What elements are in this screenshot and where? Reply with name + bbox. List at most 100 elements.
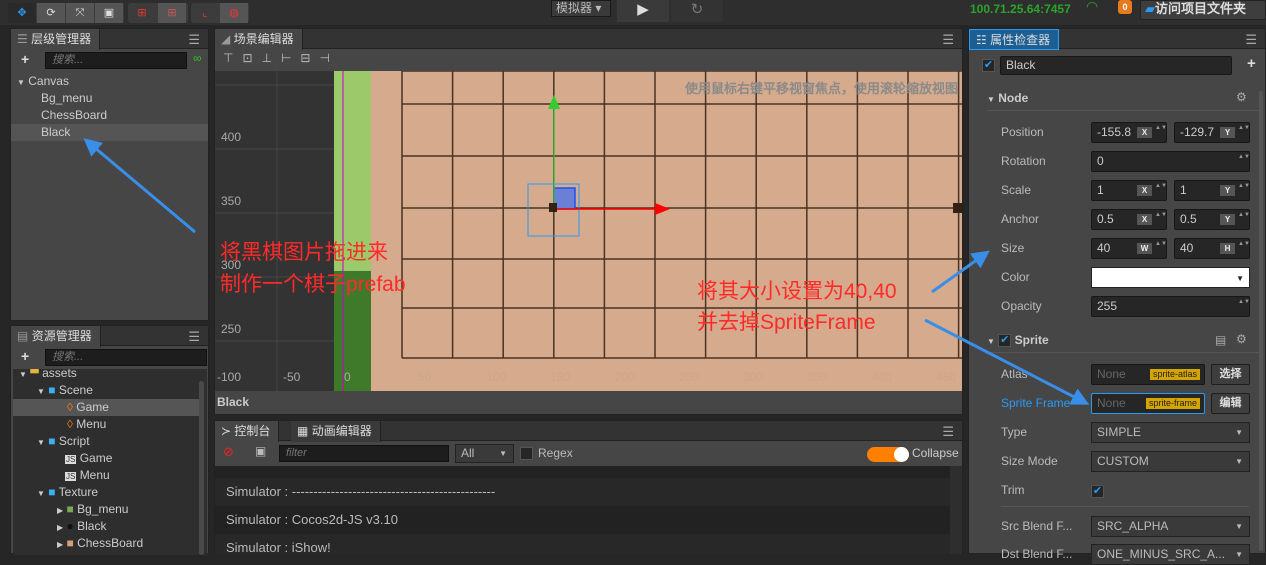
spinner-icon[interactable]: ▲▼ <box>1238 298 1250 315</box>
align-hcenter-icon[interactable]: ⊟ <box>300 51 319 65</box>
panel-menu-icon[interactable]: ☰ <box>942 32 954 48</box>
align-left-icon[interactable]: ⊢ <box>281 51 300 65</box>
align-right-icon[interactable]: ⊣ <box>319 51 338 65</box>
spinner-icon[interactable]: ▲▼ <box>1238 240 1250 257</box>
anchor-y-input[interactable]: 0.5 Y ▲▼ <box>1174 209 1250 230</box>
tree-item-game-scene[interactable]: ◊ Game <box>13 399 199 416</box>
open-project-folder-button[interactable]: ▰访问项目文件夹 <box>1140 0 1266 20</box>
local-pivot-button[interactable]: ⊞ <box>128 3 156 23</box>
hierarchy-search-input[interactable]: 搜索... <box>45 52 187 69</box>
sprite-settings-gear-icon[interactable]: ⚙ <box>1236 332 1247 346</box>
align-bottom-icon[interactable]: ⊥ <box>262 51 281 65</box>
log-level-select[interactable]: All <box>455 444 514 463</box>
inspector-scrollbar[interactable] <box>1259 91 1263 551</box>
tree-item-black-texture[interactable]: ▶ ● Black <box>13 518 207 535</box>
tree-item-script-folder[interactable]: ▼ ■ Script <box>13 433 207 450</box>
panel-menu-icon[interactable]: ☰ <box>1245 32 1257 48</box>
size-mode-select[interactable]: CUSTOM <box>1091 451 1250 472</box>
rotation-input[interactable]: 0 ▲▼ <box>1091 151 1250 172</box>
atlas-button[interactable]: 选择 <box>1211 364 1250 385</box>
move-tool-button[interactable]: ✥ <box>8 3 36 23</box>
field-value: 40 <box>1180 241 1194 255</box>
anchor-button[interactable]: ⌞ <box>191 3 219 23</box>
regex-checkbox[interactable] <box>520 447 533 460</box>
world-button[interactable]: ◍ <box>220 3 248 23</box>
tab-hierarchy[interactable]: ☰ 层级管理器 <box>11 29 101 50</box>
open-log-file-icon[interactable]: ▣ <box>255 444 266 458</box>
node-section-header[interactable]: ▼ Node <box>987 91 1028 105</box>
tab-console[interactable]: ≻ 控制台 <box>215 421 280 442</box>
size-w-input[interactable]: 40 W ▲▼ <box>1091 238 1167 259</box>
spinner-icon[interactable]: ▲▼ <box>1238 211 1250 228</box>
scale-tool-button[interactable]: ⤧ <box>66 3 94 23</box>
tree-item-menu-script[interactable]: JS Menu <box>13 467 207 484</box>
add-node-button[interactable]: + <box>21 51 29 67</box>
console-scrollbar[interactable] <box>950 466 962 554</box>
sprite-enabled-checkbox[interactable]: ✔ <box>998 334 1012 348</box>
tree-item-black[interactable]: Black <box>11 124 208 141</box>
notification-badge[interactable]: 0 <box>1118 0 1132 14</box>
assets-search-input[interactable]: 搜索... <box>45 349 207 366</box>
size-h-input[interactable]: 40 H ▲▼ <box>1174 238 1250 259</box>
tree-item-canvas[interactable]: ▼ Canvas <box>11 73 208 90</box>
panel-menu-icon[interactable]: ☰ <box>942 424 954 440</box>
tab-animation-editor[interactable]: ▦ 动画编辑器 <box>291 421 381 442</box>
tree-item-texture-folder[interactable]: ▼ ■ Texture <box>13 484 207 501</box>
tree-item-scene-folder[interactable]: ▼ ■ Scene <box>13 382 207 399</box>
sprite-frame-button[interactable]: 编辑 <box>1211 393 1250 414</box>
sprite-section-header[interactable]: ▼ ✔ Sprite <box>987 333 1049 348</box>
sprite-help-icon[interactable]: ▤ <box>1215 333 1226 347</box>
add-asset-button[interactable]: + <box>21 348 29 364</box>
spinner-icon[interactable]: ▲▼ <box>1155 182 1167 199</box>
spinner-icon[interactable]: ▲▼ <box>1155 240 1167 257</box>
sprite-frame-asset-field[interactable]: None sprite-frame <box>1091 393 1205 414</box>
atlas-asset-field[interactable]: None sprite-atlas <box>1091 364 1205 385</box>
src-blend-select[interactable]: SRC_ALPHA <box>1091 516 1250 537</box>
scale-y-input[interactable]: 1 Y ▲▼ <box>1174 180 1250 201</box>
color-picker[interactable]: ▼ <box>1091 267 1250 288</box>
add-component-button[interactable]: + <box>1247 55 1256 72</box>
node-name-input[interactable]: Black <box>1000 56 1232 75</box>
type-select[interactable]: SIMPLE <box>1091 422 1250 443</box>
panel-menu-icon[interactable]: ☰ <box>188 329 200 345</box>
console-filter-input[interactable]: filter <box>279 445 449 462</box>
spinner-icon[interactable]: ▲▼ <box>1155 211 1167 228</box>
trim-checkbox[interactable]: ✔ <box>1091 485 1104 498</box>
tree-item-bg-menu[interactable]: Bg_menu <box>11 90 208 107</box>
spinner-icon[interactable]: ▲▼ <box>1155 124 1167 141</box>
tab-assets[interactable]: ▤ 资源管理器 <box>11 326 101 347</box>
clear-console-icon[interactable]: ⊘ <box>223 444 234 460</box>
position-y-input[interactable]: -129.7 Y ▲▼ <box>1174 122 1250 143</box>
panel-menu-icon[interactable]: ☰ <box>188 32 200 48</box>
rect-tool-button[interactable]: ▣ <box>95 3 123 23</box>
align-vcenter-icon[interactable]: ⊡ <box>242 51 261 65</box>
assets-scrollbar[interactable] <box>199 381 204 555</box>
tree-item-chessboard[interactable]: ChessBoard <box>11 107 208 124</box>
rotate-tool-button[interactable]: ⟳ <box>37 3 65 23</box>
node-active-checkbox[interactable]: ✔ <box>982 59 995 72</box>
dst-blend-select[interactable]: ONE_MINUS_SRC_A... <box>1091 544 1250 565</box>
position-x-input[interactable]: -155.8 X ▲▼ <box>1091 122 1167 143</box>
scale-x-input[interactable]: 1 X ▲▼ <box>1091 180 1167 201</box>
collapse-toggle[interactable] <box>867 447 909 462</box>
align-top-icon[interactable]: ⊤ <box>223 51 242 65</box>
spinner-icon[interactable]: ▲▼ <box>1238 182 1250 199</box>
tree-item-game-script[interactable]: JS Game <box>13 450 207 467</box>
platform-select[interactable]: 模拟器 ▾ <box>551 0 611 17</box>
node-settings-gear-icon[interactable]: ⚙ <box>1236 90 1247 104</box>
spinner-icon[interactable]: ▲▼ <box>1238 124 1250 141</box>
tree-item-assets[interactable]: ▼ ▀ assets <box>13 369 207 382</box>
tree-item-chessboard-texture[interactable]: ▶ ■ ChessBoard <box>13 535 207 552</box>
tab-inspector[interactable]: ☷ 属性检查器 <box>969 29 1060 50</box>
play-button[interactable]: ▶ <box>617 0 669 22</box>
opacity-input[interactable]: 255 ▲▼ <box>1091 296 1250 317</box>
anchor-x-input[interactable]: 0.5 X ▲▼ <box>1091 209 1167 230</box>
refresh-button[interactable]: ↻ <box>671 0 723 22</box>
tab-scene[interactable]: ◢ 场景编辑器 <box>215 29 303 50</box>
global-pivot-button[interactable]: ⊞ <box>158 3 186 23</box>
scene-viewport[interactable]: 使用鼠标右键平移视窗焦点，使用滚轮缩放视图 400 350 300 250 -100 -5… <box>215 71 962 391</box>
tree-item-menu-scene[interactable]: ◊ Menu <box>13 416 207 433</box>
link-icon[interactable]: ∞ <box>193 51 202 65</box>
spinner-icon[interactable]: ▲▼ <box>1238 153 1250 170</box>
tree-item-bg-menu-texture[interactable]: ▶ ■ Bg_menu <box>13 501 207 518</box>
